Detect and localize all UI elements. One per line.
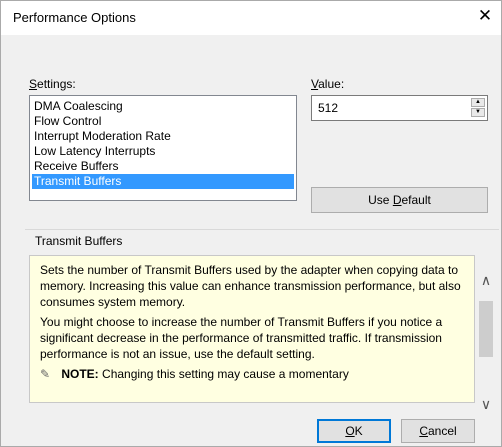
description-scrollbar[interactable]: ∧ ∨	[475, 255, 497, 412]
description-paragraph-1: Sets the number of Transmit Buffers used…	[40, 263, 461, 309]
down-arrow-icon: ▼	[475, 109, 481, 115]
list-item[interactable]: Low Latency Interrupts	[32, 144, 294, 159]
scroll-thumb[interactable]	[479, 301, 493, 357]
description-header: Transmit Buffers	[25, 229, 499, 254]
close-button[interactable]: ✕	[469, 1, 501, 31]
spin-down-button[interactable]: ▼	[471, 108, 485, 117]
ok-button[interactable]: OK	[317, 419, 391, 443]
scroll-up-icon[interactable]: ∧	[475, 269, 497, 291]
window-title: Performance Options	[13, 10, 136, 25]
list-item[interactable]: Interrupt Moderation Rate	[32, 129, 294, 144]
list-item[interactable]: DMA Coalescing	[32, 99, 294, 114]
close-icon: ✕	[477, 6, 493, 25]
title-bar: Performance Options ✕	[1, 1, 501, 35]
performance-options-dialog: Performance Options ✕ Settings: DMA Coal…	[0, 0, 502, 447]
settings-label: Settings:	[29, 77, 76, 91]
value-text: 512	[318, 101, 339, 115]
spin-up-button[interactable]: ▲	[471, 98, 485, 107]
up-arrow-icon: ▲	[475, 99, 481, 105]
value-input[interactable]: 512 ▲ ▼	[311, 95, 488, 121]
scroll-down-icon[interactable]: ∨	[475, 393, 497, 415]
settings-listbox[interactable]: DMA Coalescing Flow Control Interrupt Mo…	[29, 95, 297, 201]
value-label: Value:	[311, 77, 345, 91]
description-panel: Sets the number of Transmit Buffers used…	[29, 255, 475, 403]
list-item-selected[interactable]: Transmit Buffers	[32, 174, 294, 189]
description-paragraph-2: You might choose to increase the number …	[40, 315, 443, 361]
list-item[interactable]: Flow Control	[32, 114, 294, 129]
note-icon: ✎	[40, 367, 51, 381]
list-item[interactable]: Receive Buffers	[32, 159, 294, 174]
use-default-button[interactable]: Use Default	[311, 187, 488, 213]
description-note: ✎ NOTE: Changing this setting may cause …	[40, 367, 349, 381]
description-title: Transmit Buffers	[35, 234, 123, 248]
value-spinner: ▲ ▼	[471, 98, 485, 118]
cancel-button[interactable]: Cancel	[401, 419, 475, 443]
